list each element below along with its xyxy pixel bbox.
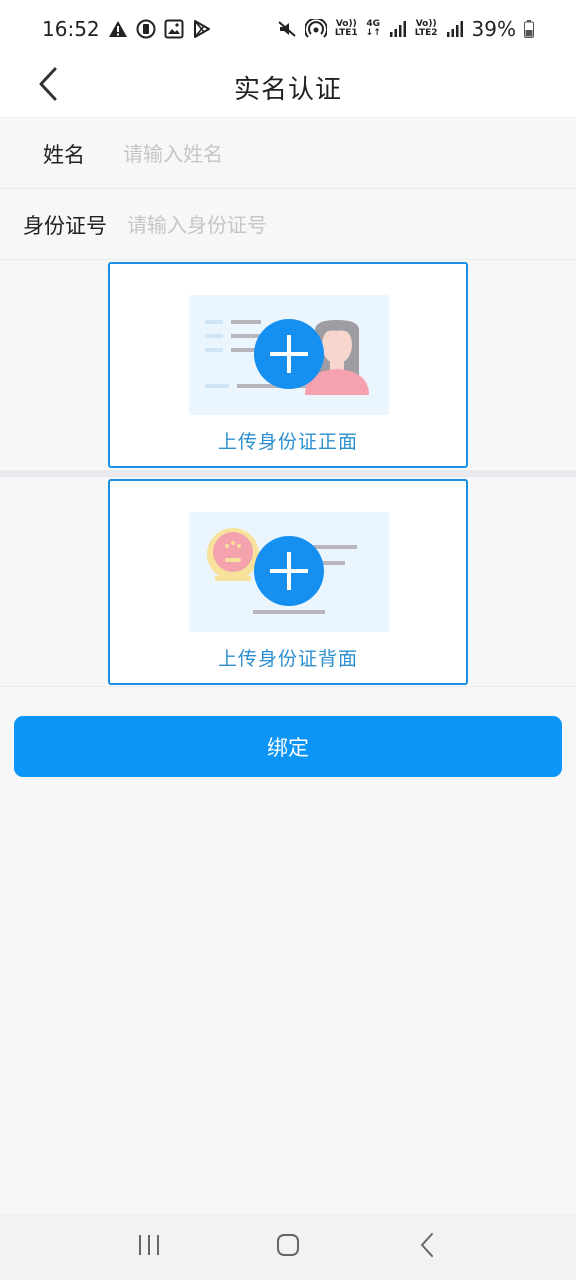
back-arrow-icon [37,66,59,106]
signal-icon [446,20,464,38]
section-divider [0,470,576,477]
id-number-input[interactable] [127,212,487,237]
upload-back-caption: 上传身份证背面 [217,648,358,670]
bind-button-label: 绑定 [267,735,309,760]
sim1-label: Vo)) LTE1 [334,19,358,38]
upload-front-section: 上传身份证正面 [0,260,576,470]
upload-front-caption: 上传身份证正面 [217,431,358,453]
nav-back-button[interactable] [397,1217,457,1277]
mute-icon [277,19,297,39]
hotspot-icon [304,19,327,39]
name-input[interactable] [123,141,483,166]
name-row: 姓名 [0,119,576,189]
back-button[interactable] [28,64,68,108]
status-left: 16:52 [42,17,212,41]
status-right: Vo)) LTE1 4G ↓↑ Vo)) LTE2 39% [277,17,534,41]
id-number-row: 身份证号 [0,190,576,260]
system-nav-bar [0,1214,576,1280]
network-type: 4G ↓↑ [365,19,381,38]
warning-icon [108,20,128,38]
id-number-label: 身份证号 [23,213,107,238]
home-icon [276,1233,300,1261]
battery-icon [524,20,534,38]
upload-front-card[interactable]: 上传身份证正面 [108,262,468,468]
bind-button[interactable]: 绑定 [14,716,562,777]
recents-icon [137,1234,161,1260]
upload-back-card[interactable]: 上传身份证背面 [108,479,468,685]
play-store-icon [192,19,212,39]
name-label: 姓名 [43,142,85,167]
page-title: 实名认证 [233,75,342,105]
status-bar: 16:52 Vo)) LTE1 4G ↓↑ Vo)) LTE2 39% [0,0,576,58]
status-time: 16:52 [42,17,100,41]
recents-button[interactable] [119,1217,179,1277]
title-bar: 实名认证 [0,58,576,118]
add-front-icon[interactable] [253,318,325,390]
signal-icon [389,20,407,38]
add-back-icon[interactable] [253,535,325,607]
nav-back-icon [419,1232,435,1262]
home-button[interactable] [258,1217,318,1277]
image-icon [164,19,184,39]
circle-app-icon [136,19,156,39]
battery-percent: 39% [471,17,516,41]
upload-back-section: 上传身份证背面 [0,477,576,687]
sim2-label: Vo)) LTE2 [414,19,438,38]
